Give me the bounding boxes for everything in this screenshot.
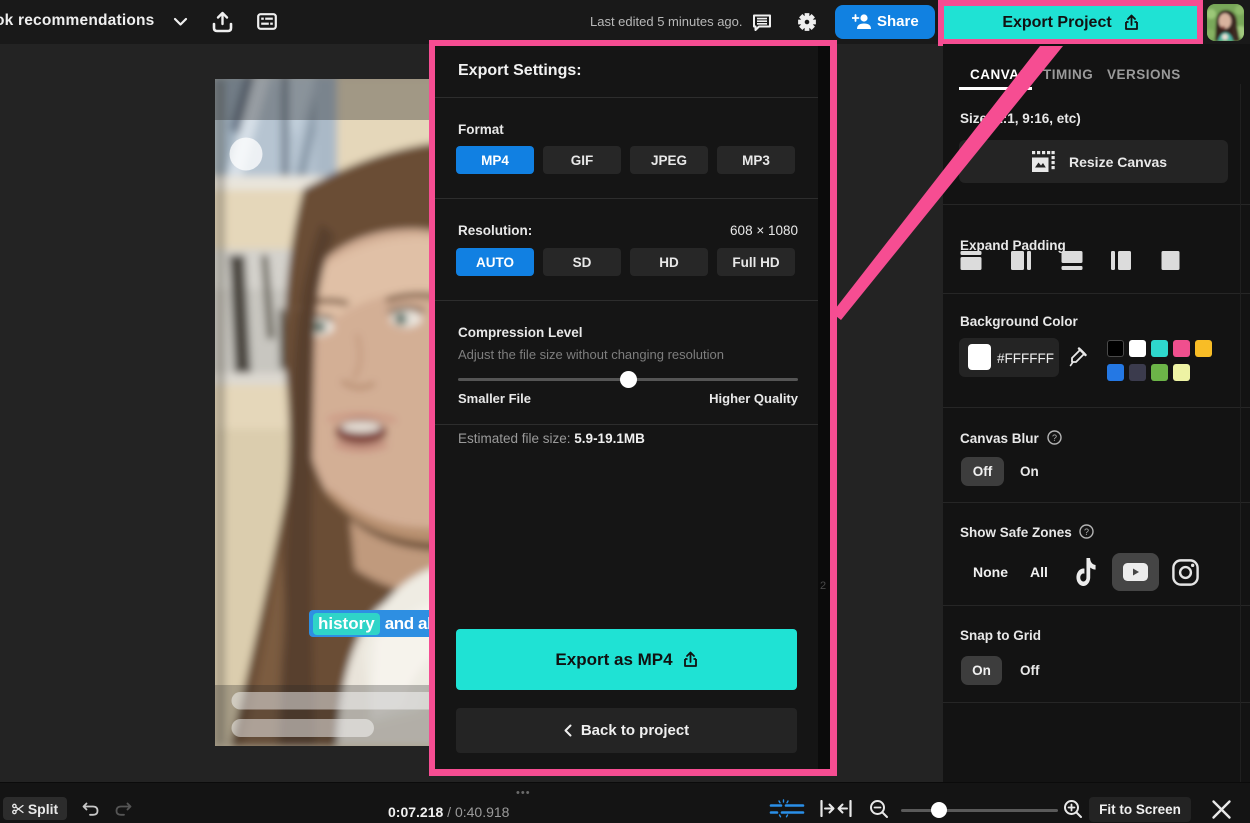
svg-text:?: ? <box>1052 433 1057 443</box>
svg-text:?: ? <box>1084 527 1089 537</box>
